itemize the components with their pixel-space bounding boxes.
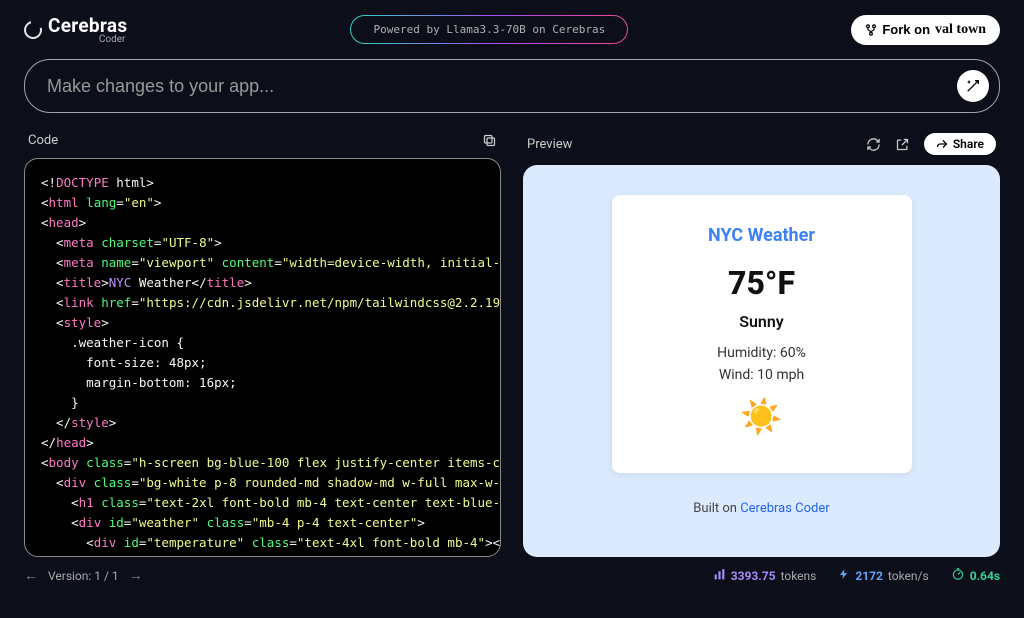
generate-button[interactable] xyxy=(957,70,989,102)
code-panel-title: Code xyxy=(28,133,58,148)
preview-viewport: NYC Weather 75°F Sunny Humidity: 60% Win… xyxy=(523,165,1000,557)
weather-humidity: Humidity: 60% xyxy=(652,345,872,361)
fork-button[interactable]: Fork on val town xyxy=(851,15,1000,45)
copy-code-button[interactable] xyxy=(482,133,497,148)
powered-by-pill: Powered by Llama3.3-70B on Cerebras xyxy=(350,15,628,44)
magic-wand-icon xyxy=(965,78,981,94)
footer-bar: ← Version: 1 / 1 → 3393.75 tokens 2172 t… xyxy=(0,557,1024,584)
prompt-bar xyxy=(24,59,1000,113)
tokens-unit: tokens xyxy=(781,569,817,583)
stat-time: 0.64s xyxy=(951,567,1000,584)
code-editor[interactable]: <!DOCTYPE html> <html lang="en"> <head> … xyxy=(24,158,501,557)
share-arrow-icon xyxy=(936,138,948,150)
built-on-line: Built on Cerebras Coder xyxy=(693,501,829,516)
rate-value: 2172 xyxy=(855,569,883,583)
time-value: 0.64s xyxy=(970,569,1000,583)
brand-text-wrap: Cerebras Coder xyxy=(48,14,127,45)
preview-panel: Preview Share NYC Weather 75°F Sunny Hum xyxy=(523,127,1000,557)
version-next-button[interactable]: → xyxy=(129,567,143,584)
prompt-input[interactable] xyxy=(47,76,957,97)
stat-tokens: 3393.75 tokens xyxy=(713,568,817,584)
external-link-icon xyxy=(895,137,910,152)
valtown-label: val town xyxy=(935,22,986,38)
code-panel: Code <!DOCTYPE html> <html lang="en"> <h… xyxy=(24,127,501,557)
preview-panel-header: Preview Share xyxy=(523,127,1000,165)
tokens-value: 3393.75 xyxy=(731,569,776,583)
bar-chart-icon xyxy=(713,568,726,584)
version-prev-button[interactable]: ← xyxy=(24,567,38,584)
built-on-link[interactable]: Cerebras Coder xyxy=(740,501,830,516)
weather-card: NYC Weather 75°F Sunny Humidity: 60% Win… xyxy=(612,195,912,473)
stat-rate: 2172 token/s xyxy=(838,568,928,583)
weather-condition: Sunny xyxy=(652,312,872,331)
version-label: Version: 1 / 1 xyxy=(48,569,119,583)
sun-icon: ☀️ xyxy=(652,397,872,437)
fork-label: Fork on xyxy=(882,22,930,37)
panels-row: Code <!DOCTYPE html> <html lang="en"> <h… xyxy=(0,127,1024,557)
weather-wind: Wind: 10 mph xyxy=(652,367,872,383)
cerebras-logo-icon xyxy=(21,17,46,42)
weather-title: NYC Weather xyxy=(652,225,872,246)
share-label: Share xyxy=(953,137,984,151)
app-header: Cerebras Coder Powered by Llama3.3-70B o… xyxy=(0,0,1024,55)
rate-unit: token/s xyxy=(888,569,929,583)
gauge-icon xyxy=(951,567,965,584)
fork-icon xyxy=(865,24,877,36)
refresh-preview-button[interactable] xyxy=(866,137,881,152)
code-panel-header: Code xyxy=(24,127,501,158)
open-external-button[interactable] xyxy=(895,137,910,152)
share-button[interactable]: Share xyxy=(924,133,996,155)
version-nav: ← Version: 1 / 1 → xyxy=(24,567,143,584)
weather-temperature: 75°F xyxy=(652,264,872,302)
brand-block: Cerebras Coder xyxy=(24,14,127,45)
preview-panel-title: Preview xyxy=(527,137,572,152)
copy-icon xyxy=(482,133,497,148)
prompt-section xyxy=(0,55,1024,127)
refresh-icon xyxy=(866,137,881,152)
stats-block: 3393.75 tokens 2172 token/s 0.64s xyxy=(713,567,1000,584)
lightning-icon xyxy=(838,568,850,583)
built-on-prefix: Built on xyxy=(693,501,740,516)
